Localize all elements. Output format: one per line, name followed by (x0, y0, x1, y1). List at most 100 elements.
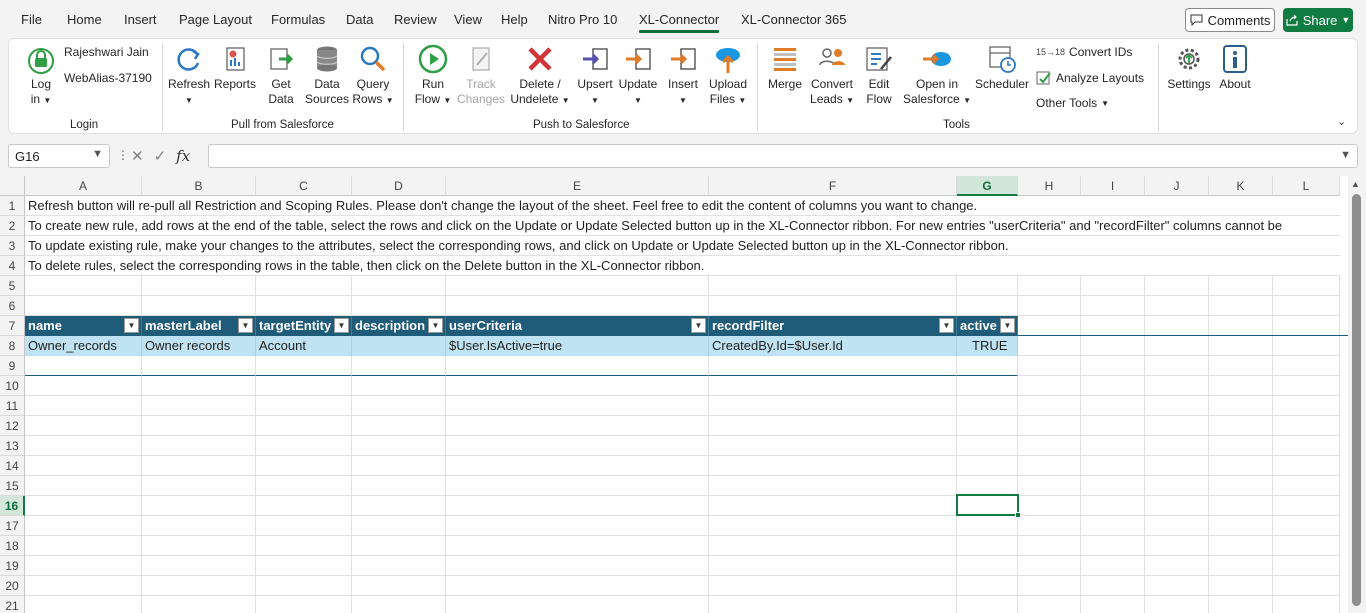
tab-page-layout[interactable]: Page Layout (179, 12, 252, 27)
query-rows-button[interactable]: Query Rows ▼ (351, 43, 395, 108)
column-header[interactable]: G (957, 176, 1018, 196)
row-header[interactable]: 18 (0, 536, 25, 556)
insert-function-icon[interactable]: fx (176, 147, 190, 165)
log-in-button[interactable]: Log in ▼ (23, 43, 59, 108)
tab-insert[interactable]: Insert (124, 12, 157, 27)
filter-dropdown-icon[interactable]: ▼ (124, 318, 139, 333)
vertical-scrollbar[interactable]: ▲ (1348, 176, 1366, 613)
tab-nitro-pro[interactable]: Nitro Pro 10 (548, 12, 617, 27)
tab-formulas[interactable]: Formulas (271, 12, 325, 27)
table-header-cell[interactable]: userCriteria ▼ (446, 316, 709, 336)
confirm-icon[interactable]: ✓ (154, 147, 167, 165)
upload-files-button[interactable]: Upload Files ▼ (706, 43, 750, 108)
row-header[interactable]: 1 (0, 196, 25, 216)
table-cell[interactable] (957, 356, 1018, 376)
tab-review[interactable]: Review (394, 12, 437, 27)
name-box[interactable]: G16 ▼ (8, 144, 110, 168)
insert-button[interactable]: Insert ▼ (663, 43, 703, 108)
data-sources-button[interactable]: Data Sources (305, 43, 349, 107)
other-tools-button[interactable]: Other Tools ▼ (1036, 96, 1109, 110)
table-cell[interactable]: Owner records (142, 336, 256, 356)
filter-dropdown-icon[interactable]: ▼ (939, 318, 954, 333)
filter-dropdown-icon[interactable]: ▼ (428, 318, 443, 333)
reports-button[interactable]: Reports (213, 43, 257, 92)
note-cell[interactable]: To delete rules, select the correspondin… (25, 256, 1340, 275)
delete-undelete-button[interactable]: Delete / Undelete ▼ (510, 43, 570, 108)
scroll-up-icon[interactable]: ▲ (1351, 179, 1360, 189)
chevron-down-icon[interactable]: ▼ (92, 148, 103, 160)
row-header[interactable]: 9 (0, 356, 25, 376)
column-header[interactable]: A (25, 176, 142, 196)
table-header-cell[interactable]: targetEntity ▼ (256, 316, 352, 336)
cancel-icon[interactable]: ✕ (131, 147, 144, 165)
table-header-cell[interactable]: active ▼ (957, 316, 1018, 336)
run-flow-button[interactable]: Run Flow ▼ (411, 43, 455, 108)
tab-xl-connector[interactable]: XL-Connector (639, 12, 720, 33)
column-header[interactable]: D (352, 176, 446, 196)
tab-file[interactable]: File (21, 12, 42, 27)
table-cell[interactable] (352, 356, 446, 376)
edit-flow-button[interactable]: Edit Flow (861, 43, 897, 107)
fill-handle[interactable] (1015, 512, 1021, 518)
column-header[interactable]: L (1273, 176, 1340, 196)
select-all-corner[interactable] (0, 176, 25, 196)
spreadsheet-grid[interactable]: A B C D E F G H I J K L 1 2 3 4 5 6 7 8 9 10 11 12 13 14 15 16 17 18 1… (0, 176, 1366, 613)
merge-button[interactable]: Merge (765, 43, 805, 92)
column-header[interactable]: H (1018, 176, 1081, 196)
table-cell[interactable] (709, 356, 957, 376)
get-data-button[interactable]: Get Data (261, 43, 301, 107)
active-cell[interactable] (956, 494, 1021, 518)
convert-leads-button[interactable]: Convert Leads ▼ (809, 43, 855, 108)
column-header[interactable]: I (1081, 176, 1145, 196)
scroll-thumb[interactable] (1352, 194, 1361, 606)
track-changes-button[interactable]: Track Changes (456, 43, 506, 107)
formula-input[interactable]: ▼ (208, 144, 1358, 168)
row-header[interactable]: 17 (0, 516, 25, 536)
open-in-salesforce-button[interactable]: Open in Salesforce ▼ (902, 43, 972, 108)
table-header-cell[interactable]: masterLabel ▼ (142, 316, 256, 336)
tab-home[interactable]: Home (67, 12, 102, 27)
table-cell[interactable] (142, 356, 256, 376)
column-header[interactable]: F (709, 176, 957, 196)
table-cell[interactable]: $User.IsActive=true (446, 336, 709, 356)
row-header[interactable]: 20 (0, 576, 25, 596)
tab-xl-connector-365[interactable]: XL-Connector 365 (741, 12, 847, 27)
table-cell[interactable]: CreatedBy.Id=$User.Id (709, 336, 957, 356)
row-header[interactable]: 10 (0, 376, 25, 396)
scheduler-button[interactable]: Scheduler (975, 43, 1029, 92)
filter-dropdown-icon[interactable]: ▼ (334, 318, 349, 333)
note-cell[interactable]: Refresh button will re-pull all Restrict… (25, 196, 1340, 215)
row-header[interactable]: 2 (0, 216, 25, 236)
table-cell[interactable] (25, 356, 142, 376)
table-header-cell[interactable]: recordFilter ▼ (709, 316, 957, 336)
column-header[interactable]: C (256, 176, 352, 196)
convert-ids-button[interactable]: 15→18 Convert IDs (1036, 45, 1132, 59)
column-header[interactable]: J (1145, 176, 1209, 196)
row-header[interactable]: 19 (0, 556, 25, 576)
row-header[interactable]: 3 (0, 236, 25, 256)
tab-view[interactable]: View (454, 12, 482, 27)
table-header-cell[interactable]: name ▼ (25, 316, 142, 336)
row-header[interactable]: 4 (0, 256, 25, 276)
row-header[interactable]: 16 (0, 496, 25, 516)
table-cell[interactable] (256, 356, 352, 376)
row-header[interactable]: 11 (0, 396, 25, 416)
note-cell[interactable]: To update existing rule, make your chang… (25, 236, 1340, 255)
collapse-ribbon-icon[interactable]: ⌄ (1337, 115, 1346, 128)
share-button[interactable]: Share ▼ (1283, 8, 1353, 32)
row-header[interactable]: 14 (0, 456, 25, 476)
row-header[interactable]: 21 (0, 596, 25, 613)
table-cell[interactable] (352, 336, 446, 356)
settings-button[interactable]: Settings (1166, 43, 1212, 92)
filter-dropdown-icon[interactable]: ▼ (1000, 318, 1015, 333)
upsert-button[interactable]: Upsert ▼ (575, 43, 615, 108)
tab-help[interactable]: Help (501, 12, 528, 27)
table-cell[interactable]: Account (256, 336, 352, 356)
row-header[interactable]: 5 (0, 276, 25, 296)
comments-button[interactable]: Comments (1185, 8, 1275, 32)
refresh-button[interactable]: Refresh ▼ (167, 43, 211, 108)
row-header[interactable]: 12 (0, 416, 25, 436)
row-header[interactable]: 8 (0, 336, 25, 356)
analyze-layouts-button[interactable]: Analyze Layouts (1036, 70, 1144, 86)
column-header[interactable]: E (446, 176, 709, 196)
